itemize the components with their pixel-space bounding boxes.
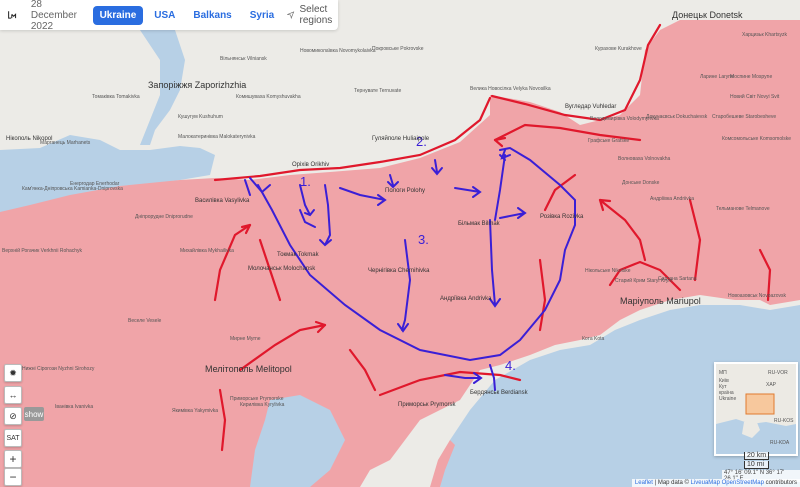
label-hrafske: Графське Grafske [588, 138, 629, 144]
label-kyrylivka: Кирилівка Kyrylivka [240, 402, 285, 408]
label-mykhailivka: Михайлівка Mykhailivka [180, 247, 234, 254]
label-verkhnii-rohachyk: Верхній Рогачик Verkhnii Rohachyk [2, 247, 83, 254]
label-starobesheve: Старобешеве Starobesheve [712, 114, 776, 120]
label-berdiansk: Бердянськ Berdiansk [470, 390, 529, 396]
minimap-label-ru-vor: RU-VOR [768, 370, 788, 376]
zoom-out-button[interactable]: − [4, 468, 22, 486]
minimap[interactable]: МП Київ Кут країна Ukraine ХАР RU-VOR RU… [714, 362, 798, 456]
label-komyshuvakha: Комишуваха Komyshuvakha [236, 94, 301, 100]
osm-link[interactable]: OpenStreetMap [722, 480, 764, 486]
label-mospyne: Моспине Mospyne [730, 74, 772, 80]
label-vilniansk: Вільнянськ Vilniansk [220, 56, 267, 62]
label-orikhiv: Оріхів Orikhiv [292, 162, 329, 168]
tab-balkans[interactable]: Balkans [186, 6, 238, 25]
label-vesele: Веселе Vesele [128, 318, 162, 324]
leaflet-link[interactable]: Leaflet [635, 480, 653, 486]
label-kota: Кота Kota [582, 336, 604, 342]
label-nikolske: Нікольське Nikolske [585, 268, 631, 274]
liveuamap-link[interactable]: LiveuaMap [691, 480, 720, 486]
label-novoazovsk: Новоазовськ Novoazovsk [728, 293, 787, 299]
tab-syria[interactable]: Syria [243, 6, 281, 25]
label-mariupol: Маріуполь Mariupol [620, 296, 701, 306]
label-rozivka: Розівка Rozivka [540, 214, 584, 220]
label-tomakivka: Томаківка Tomakivka [92, 94, 140, 100]
select-regions-button[interactable]: Select regions [287, 4, 338, 26]
top-bar: 28 December 2022 Ukraine USA Balkans Syr… [0, 0, 338, 32]
select-regions-label: Select regions [299, 4, 333, 26]
label-prymorske: Приморське Prymorske [230, 396, 284, 402]
label-laryne: Ларине Laryne [700, 74, 734, 80]
minimap-label-mp: МП [719, 370, 727, 376]
zoom-in-button[interactable]: + [4, 450, 22, 468]
minimap-label-khar: ХАР [766, 382, 777, 388]
annotation-3: 3. [418, 232, 429, 247]
hide-layers-icon[interactable]: ⊘ [4, 407, 22, 425]
label-vuhledar: Вугледар Vuhledar [565, 104, 616, 110]
attribution: Leaflet | Map data © LiveuaMap OpenStree… [631, 479, 800, 487]
label-novyi-svit: Новий Світ Novyi Svit [730, 93, 780, 100]
scale-km: 20 km [744, 452, 770, 460]
label-andriivka2: Андріївка Andriivka [650, 196, 694, 202]
label-kushuhum: Кушугум Kushuhum [178, 114, 223, 120]
current-date: 28 December 2022 [30, 0, 77, 32]
label-melitopol: Мелітополь Melitopol [205, 364, 292, 374]
label-telmanove: Тельманове Telmanove [716, 206, 770, 212]
label-myrne: Мирне Myrne [230, 336, 261, 342]
label-donetsk: Донецьк Donetsk [672, 10, 743, 20]
label-novomykolaivka: Новомиколаївка Novomykolaivka [300, 48, 376, 54]
liveuamap-logo-icon[interactable] [8, 8, 17, 22]
label-vasylivka: Василівка Vasylivka [195, 198, 250, 204]
minimap-label-ru-kos: RU-KOS [774, 418, 794, 424]
label-pokrovske: Покровське Pokrovske [372, 46, 424, 52]
label-marhanets: Марганець Marhanets [40, 140, 91, 146]
label-zaporizhzhia: Запоріжжя Zaporizhzhia [148, 80, 246, 90]
minimap-label-ukraine: Ukraine [719, 396, 736, 402]
label-donske: Донське Donske [622, 180, 660, 186]
label-kurakhove: Курахове Kurakhove [595, 46, 642, 52]
attribution-text: | Map data © [652, 480, 691, 486]
label-molochansk: Молочанськ Molochansk [248, 266, 316, 272]
label-volnovakha: Волноваха Volnovakha [618, 156, 671, 162]
label-velyka-novosilka: Велика Новосілка Velyka Novosilka [470, 86, 551, 92]
label-huliaipole: Гуляйполе Huliaipole [372, 135, 430, 142]
show-button[interactable]: show [24, 407, 44, 421]
minimap-label-ru-kda: RU-KDA [770, 440, 790, 446]
satellite-toggle-button[interactable]: SAT [4, 429, 22, 447]
label-chernihivka: Чернігівка Chernihivka [368, 268, 430, 274]
label-khartsyzk: Харцизьк Khartsyzk [742, 32, 787, 38]
label-andrivka: Андріївка Andrivka [440, 296, 492, 302]
scale-mi: 10 mi [744, 461, 770, 469]
label-dniprorudne: Дніпрорудне Dniprorudne [135, 214, 193, 220]
measure-distance-icon[interactable]: ↔ [4, 386, 22, 404]
tab-ukraine[interactable]: Ukraine [92, 5, 144, 25]
map-canvas[interactable]: 1. 2. 3. 4. Запоріжжя Zaporizhzhia Нікоп… [0, 0, 800, 487]
label-dokuchaievsk: Докучаєвськ Dokuchaievsk [646, 114, 708, 120]
label-bilmak: Більмак Bilmak [458, 221, 501, 227]
annotation-1: 1. [300, 174, 311, 189]
annotation-4: 4. [505, 358, 516, 373]
label-komsomolske: Комсомольське Komsomolske [722, 136, 791, 142]
label-ivanivka: Іванівка Ivanivka [55, 404, 93, 410]
label-kamianka: Кам'янка-Дніпровська Kamianka-Dniprovska [22, 186, 123, 192]
navigation-arrow-icon [287, 11, 295, 20]
label-prymorsk: Приморськ Prymorsk [398, 402, 457, 408]
label-sartana: Сартана Sartana [658, 276, 697, 282]
label-malokaterynivka: Малокатеринівка Malokaterynivka [178, 134, 256, 140]
label-yakymivka: Якимівка Yakymivka [172, 408, 218, 414]
settings-gear-icon[interactable]: ✹ [4, 364, 22, 382]
tab-usa[interactable]: USA [147, 6, 182, 25]
scale-bar: 20 km 10 mi [744, 452, 770, 470]
label-nyzhni-sirohozy: Нижні Сірогози Nyzhni Sirohozy [22, 366, 95, 372]
label-tokmak: Токмак Tokmak [277, 252, 320, 258]
label-polohy: Пологи Polohy [385, 188, 425, 194]
label-ternuvate: Тернувате Ternuvate [354, 88, 401, 94]
attribution-contributors: contributors [763, 480, 797, 486]
